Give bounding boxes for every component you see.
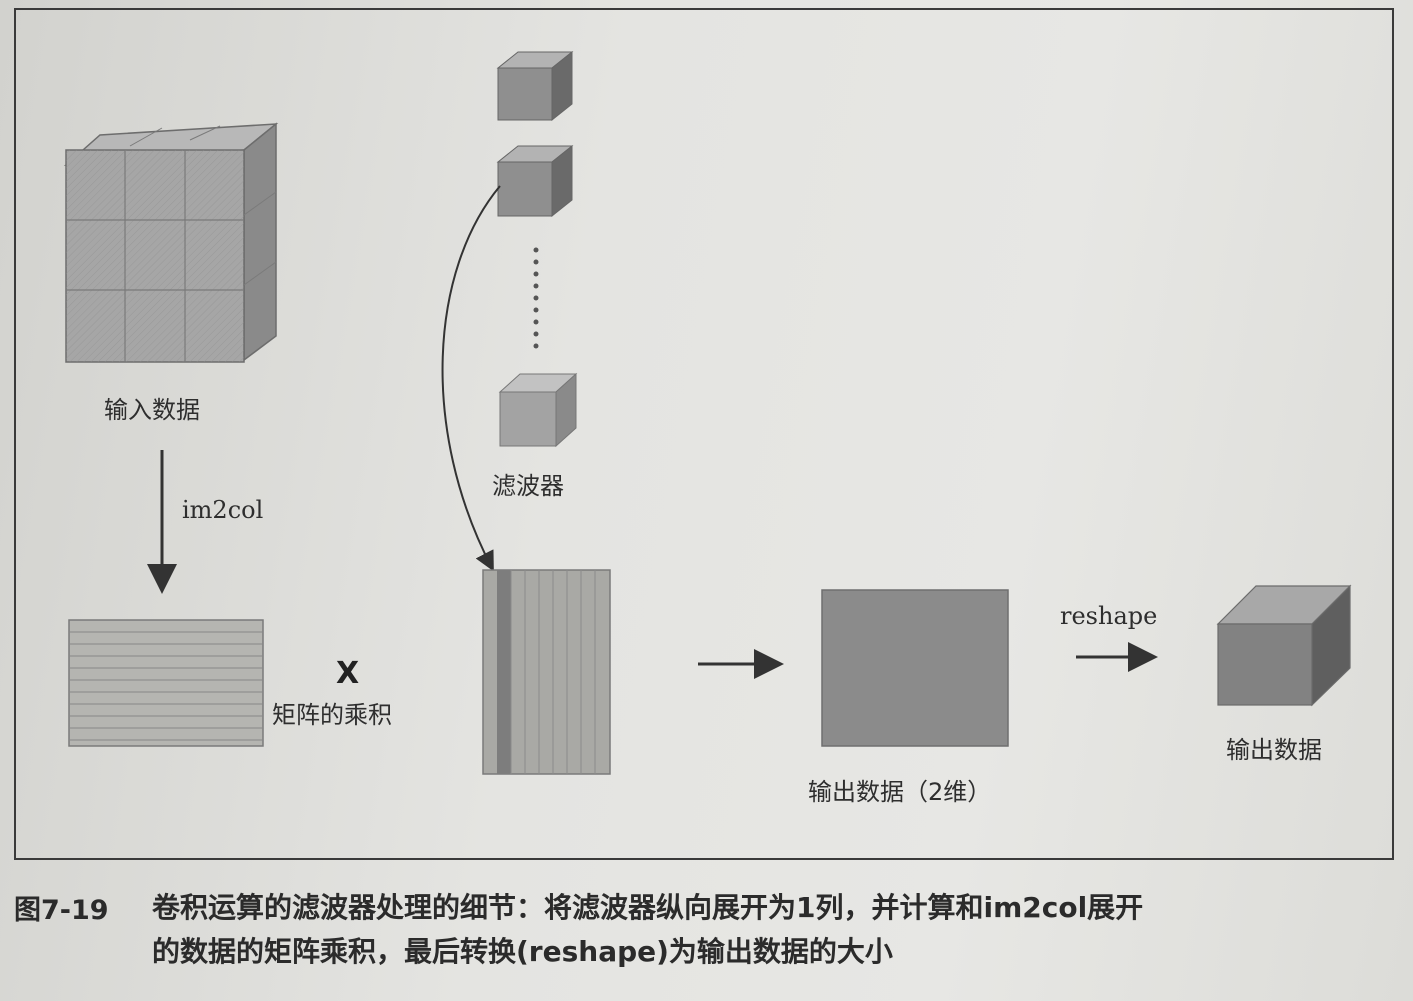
figure-number: 图7-19 <box>14 895 109 926</box>
filter-cube-2 <box>496 144 574 218</box>
output-data-label: 输出数据 <box>1226 736 1322 764</box>
filter-column-matrix <box>482 569 611 775</box>
input-cube-side <box>243 122 277 362</box>
filter-cube-1 <box>496 50 574 122</box>
caption-line-2: 的数据的矩阵乘积，最后转换(reshape)为输出数据的大小 <box>152 935 893 968</box>
input-data-label: 输入数据 <box>104 396 200 424</box>
filter-cube-n <box>498 372 578 448</box>
output-2d-label: 输出数据（2维） <box>808 778 992 806</box>
output-2d-matrix <box>821 589 1009 747</box>
im2col-label: im2col <box>182 496 264 524</box>
im2col-matrix <box>68 619 264 747</box>
matrix-product-label: 矩阵的乘积 <box>272 701 392 729</box>
filter-label: 滤波器 <box>492 472 564 500</box>
multiply-symbol: X <box>336 656 360 691</box>
caption-line-1: 卷积运算的滤波器处理的细节：将滤波器纵向展开为1列，并计算和im2col展开 <box>152 891 1144 924</box>
filter-unroll-arrow <box>441 185 501 572</box>
reshape-label: reshape <box>1060 602 1158 630</box>
input-data-cube <box>63 122 279 363</box>
output-data-cube <box>1216 584 1352 707</box>
filter-ellipsis-dots <box>533 247 539 349</box>
